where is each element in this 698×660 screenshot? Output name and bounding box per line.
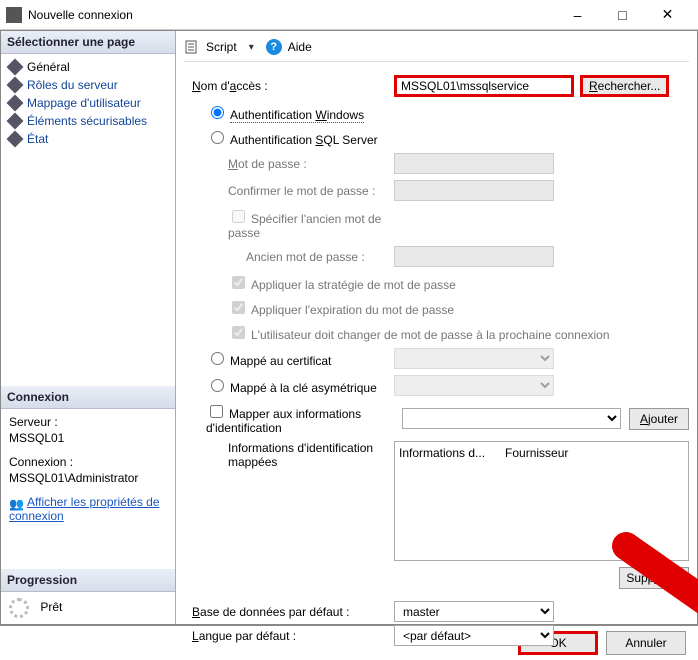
default-lang-label: Langue par défaut :	[184, 629, 394, 643]
mapped-cert-radio[interactable]: Mappé au certificat	[184, 349, 394, 368]
confirm-password-label: Confirmer le mot de passe :	[184, 184, 394, 198]
mapped-creds-label: Informations d'identification mappées	[184, 441, 394, 469]
sidebar: Sélectionner une page Général Rôles du s…	[1, 31, 176, 624]
cert-select	[394, 348, 554, 369]
page-user-mapping[interactable]: Mappage d'utilisateur	[3, 94, 173, 112]
specify-old-check: Spécifier l'ancien mot de passe	[184, 207, 394, 240]
page-status[interactable]: État	[3, 130, 173, 148]
mapped-key-radio[interactable]: Mappé à la clé asymétrique	[184, 376, 394, 395]
titlebar: Nouvelle connexion – □ ✕	[0, 0, 698, 30]
server-value: MSSQL01	[9, 431, 167, 445]
password-label: Mot de passe :	[184, 157, 394, 171]
app-icon	[6, 7, 22, 23]
script-dropdown[interactable]: ▾	[243, 42, 260, 53]
connection-value: MSSQL01\Administrator	[9, 471, 167, 485]
remove-button[interactable]: Supprimer	[619, 567, 689, 589]
mapped-creds-list[interactable]: Informations d... Fournisseur	[394, 441, 689, 561]
mapped-col-info: Informations d...	[399, 446, 485, 556]
server-label: Serveur :	[9, 415, 167, 429]
login-label: Nom d'accès :	[184, 79, 394, 93]
connection-header: Connexion	[1, 386, 175, 409]
password-input	[394, 153, 554, 174]
must-change-check: L'utilisateur doit changer de mot de pas…	[184, 323, 610, 342]
default-db-select[interactable]: master	[394, 601, 554, 622]
maximize-button[interactable]: □	[600, 1, 645, 29]
page-securables[interactable]: Éléments sécurisables	[3, 112, 173, 130]
confirm-password-input	[394, 180, 554, 201]
map-creds-check[interactable]: Mapper aux informations d'identification	[184, 402, 394, 435]
script-button[interactable]: Script	[206, 40, 237, 54]
wrench-icon	[7, 77, 24, 94]
people-icon	[9, 497, 23, 509]
old-password-label: Ancien mot de passe :	[184, 250, 394, 264]
wrench-icon	[7, 113, 24, 130]
wrench-icon	[7, 131, 24, 148]
spinner-icon	[9, 598, 29, 618]
pages-header: Sélectionner une page	[1, 31, 175, 54]
mapped-col-provider: Fournisseur	[505, 446, 568, 556]
enforce-expiry-check: Appliquer l'expiration du mot de passe	[184, 298, 454, 317]
auth-windows-radio[interactable]: Authentification Windows	[184, 103, 394, 122]
progress-header: Progression	[1, 569, 175, 592]
wrench-icon	[7, 95, 24, 112]
main-panel: Script ▾ ? Aide Nom d'accès : Rechercher…	[176, 31, 697, 624]
window-title: Nouvelle connexion	[28, 8, 555, 22]
toolbar: Script ▾ ? Aide	[184, 37, 689, 62]
enforce-policy-check: Appliquer la stratégie de mot de passe	[184, 273, 456, 292]
help-button[interactable]: Aide	[288, 40, 312, 54]
login-input[interactable]	[394, 75, 574, 97]
view-properties-link[interactable]: Afficher les propriétés de connexion	[9, 495, 160, 523]
close-button[interactable]: ✕	[645, 1, 690, 29]
auth-sql-radio[interactable]: Authentification SQL Server	[184, 128, 394, 147]
script-icon	[184, 39, 200, 55]
connection-label: Connexion :	[9, 455, 167, 469]
default-db-label: Base de données par défaut :	[184, 605, 394, 619]
status-text: Prêt	[40, 600, 62, 614]
wrench-icon	[7, 59, 24, 76]
page-server-roles[interactable]: Rôles du serveur	[3, 76, 173, 94]
add-button[interactable]: Ajouter	[629, 408, 689, 430]
old-password-input	[394, 246, 554, 267]
creds-select[interactable]	[402, 408, 621, 429]
minimize-button[interactable]: –	[555, 1, 600, 29]
search-button[interactable]: Rechercher...	[580, 75, 669, 97]
page-general[interactable]: Général	[3, 58, 173, 76]
default-lang-select[interactable]: <par défaut>	[394, 625, 554, 646]
help-icon: ?	[266, 39, 282, 55]
key-select	[394, 375, 554, 396]
